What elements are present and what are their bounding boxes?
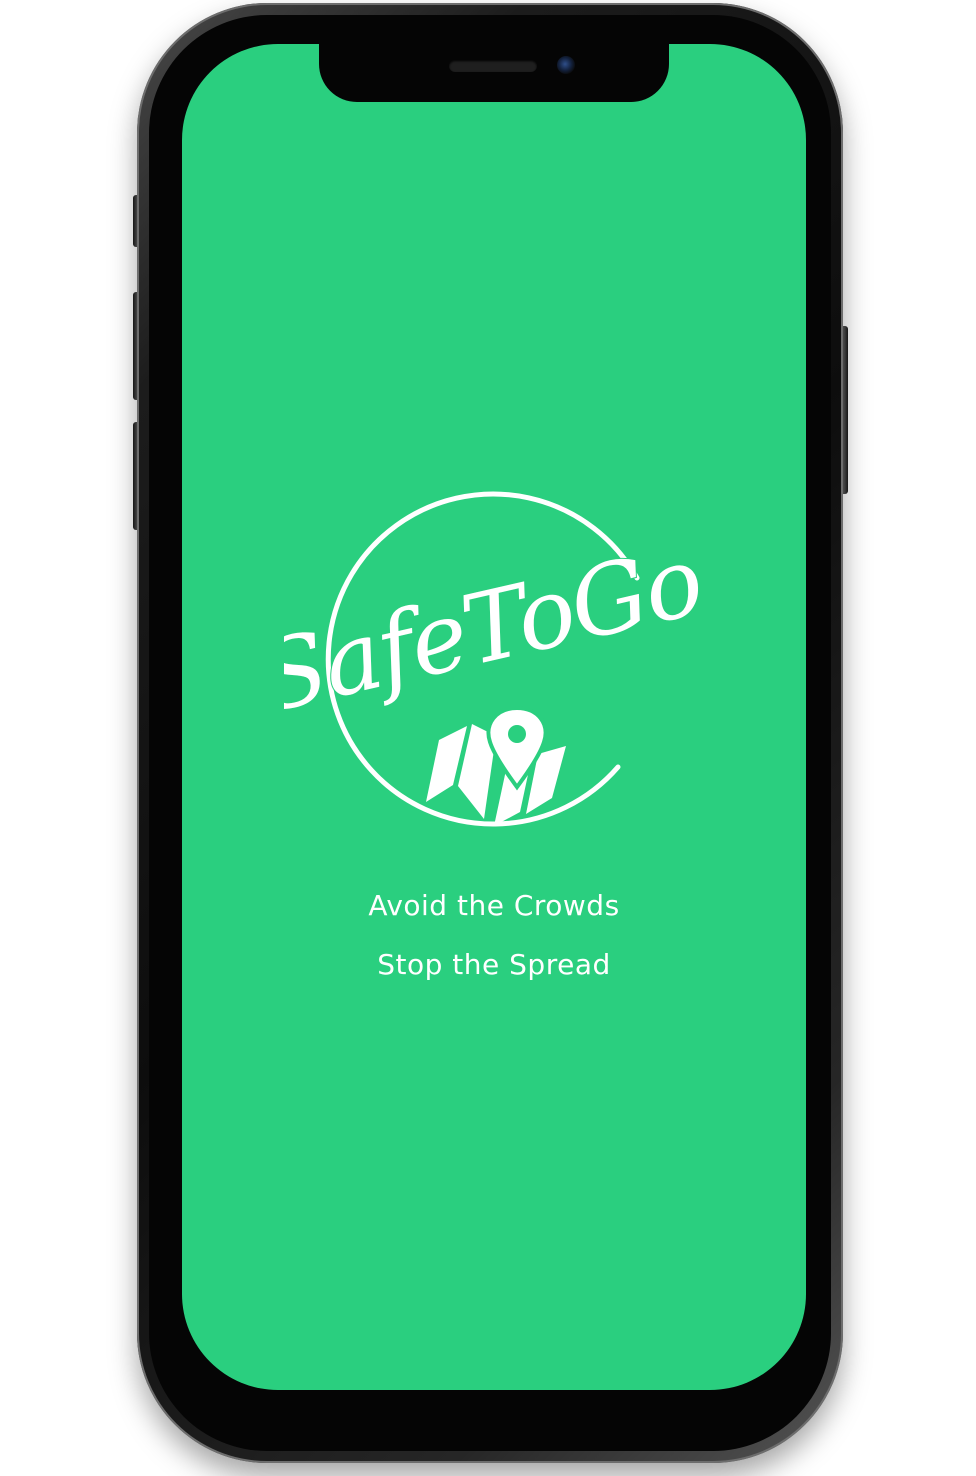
phone-bezel: SafeToGo Avoid the Crowds Stop the Sprea… (149, 15, 831, 1451)
camera-icon (557, 56, 575, 74)
speaker-grille (449, 60, 537, 72)
logo-wordmark: SafeToGo (284, 524, 704, 734)
app-logo: SafeToGo (284, 491, 704, 827)
tagline-avoid-crowds: Avoid the Crowds (368, 889, 620, 922)
notch (319, 44, 669, 102)
device-mockup: SafeToGo Avoid the Crowds Stop the Sprea… (0, 0, 976, 1476)
splash-screen: SafeToGo Avoid the Crowds Stop the Sprea… (182, 44, 806, 1390)
tagline-stop-spread: Stop the Spread (377, 948, 611, 981)
phone-frame: SafeToGo Avoid the Crowds Stop the Sprea… (137, 3, 843, 1463)
